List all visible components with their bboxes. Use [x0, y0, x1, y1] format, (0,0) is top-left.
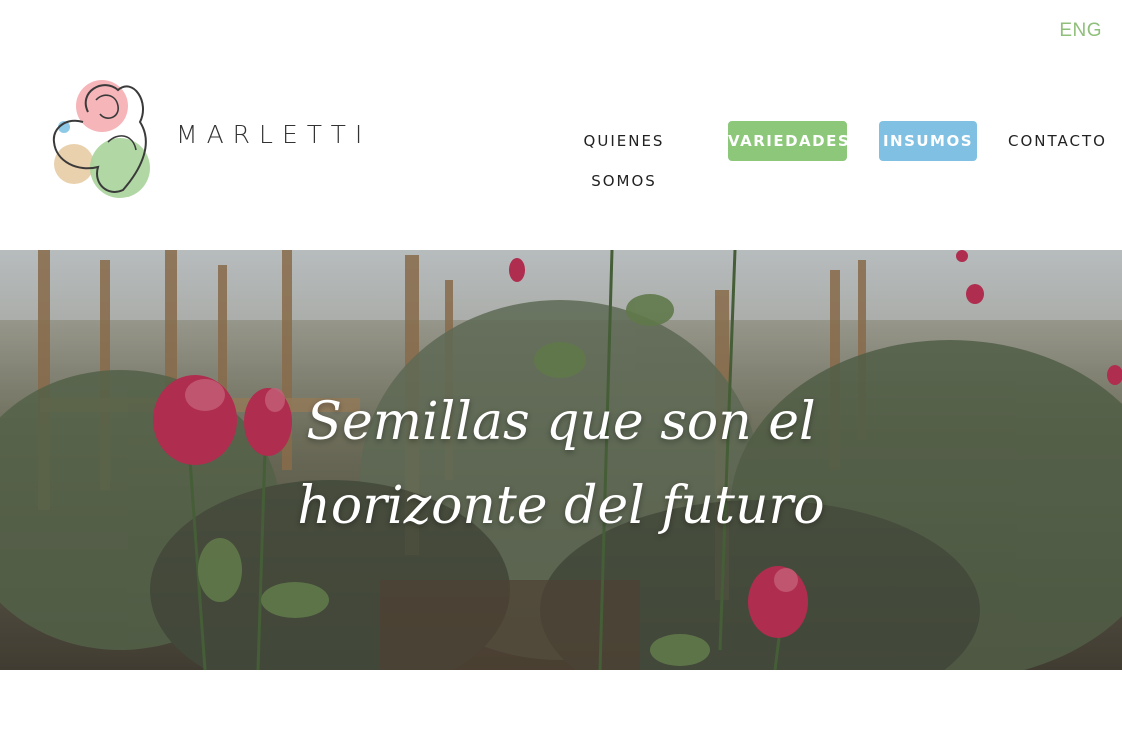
nav-variedades-button[interactable]: VARIEDADES	[728, 121, 849, 161]
hero-title-line1: Semillas que son el	[306, 392, 816, 452]
nav-contacto[interactable]: CONTACTO	[1008, 121, 1108, 161]
nav-quienes-somos[interactable]: QUIENES SOMOS	[551, 121, 697, 190]
hero-banner: Semillas que son el horizonte del futuro	[0, 250, 1122, 670]
hero-title-line2: horizonte del futuro	[297, 476, 825, 536]
main-nav: QUIENES SOMOS VARIEDADES INSUMOS CONTACT…	[0, 121, 1122, 190]
hero-title: Semillas que son el horizonte del futuro	[0, 380, 1122, 548]
nav-insumos-button[interactable]: INSUMOS	[879, 121, 977, 161]
language-switch[interactable]: ENG	[1059, 20, 1102, 42]
